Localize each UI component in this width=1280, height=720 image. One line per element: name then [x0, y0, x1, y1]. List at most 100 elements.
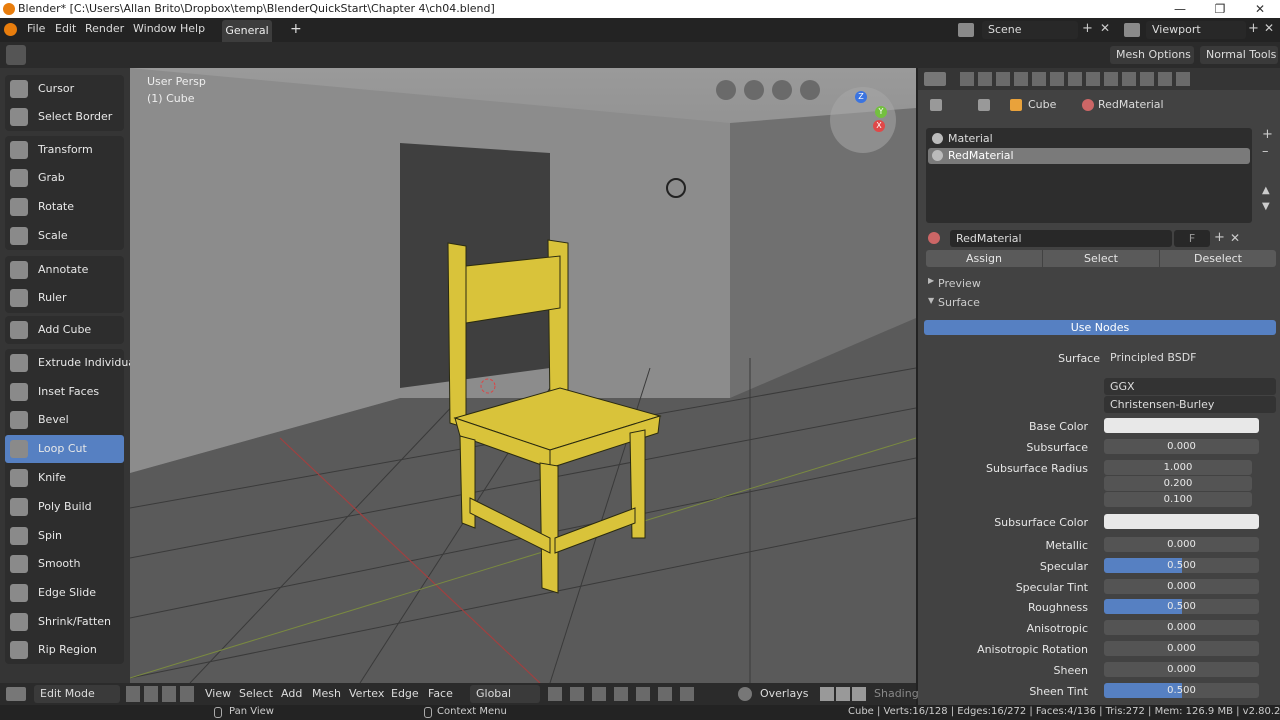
- orientation-dropdown[interactable]: Global: [470, 685, 540, 703]
- viewlayer-icon[interactable]: [1124, 23, 1140, 37]
- tool-knife[interactable]: Knife: [5, 464, 124, 492]
- mode-dropdown[interactable]: Edit Mode: [34, 685, 120, 703]
- tool-grab[interactable]: Grab: [5, 164, 124, 192]
- material-browse-icon[interactable]: [928, 232, 940, 244]
- tool-scale[interactable]: Scale: [5, 222, 124, 250]
- param-metallic-slider[interactable]: 0.000: [1104, 537, 1259, 552]
- tool-transform[interactable]: Transform: [5, 136, 124, 164]
- select-mode-icons[interactable]: [126, 686, 196, 702]
- subsurface-color-swatch[interactable]: [1104, 514, 1259, 529]
- menu-edge[interactable]: Edge: [391, 687, 419, 700]
- unlink-material-button[interactable]: ✕: [1230, 231, 1240, 245]
- tool-smooth[interactable]: Smooth: [5, 550, 124, 578]
- tool-loop-cut[interactable]: Loop Cut: [5, 435, 124, 463]
- param-specular-tint-slider[interactable]: 0.000: [1104, 578, 1259, 594]
- gizmo-z-axis[interactable]: Z: [855, 91, 867, 103]
- move-view-icon[interactable]: [772, 80, 792, 100]
- blender-menu-icon[interactable]: [4, 23, 17, 36]
- tool-inset-faces[interactable]: Inset Faces: [5, 378, 124, 406]
- material-slot-2[interactable]: RedMaterial: [948, 149, 1014, 162]
- subsurface-method-dropdown[interactable]: Christensen-Burley: [1104, 396, 1276, 413]
- subsurface-radius-z[interactable]: 0.100: [1104, 492, 1252, 507]
- zoom-view-icon[interactable]: [800, 80, 820, 100]
- menu-view[interactable]: View: [205, 687, 231, 700]
- menu-select[interactable]: Select: [239, 687, 273, 700]
- tool-annotate[interactable]: Annotate: [5, 256, 124, 284]
- viewlayer-field[interactable]: Viewport: [1146, 21, 1246, 39]
- tool-rotate[interactable]: Rotate: [5, 193, 124, 221]
- 3d-viewport[interactable]: Z X Y User Persp (1) Cube: [130, 68, 916, 683]
- mesh-options-dropdown[interactable]: Mesh Options: [1110, 46, 1194, 64]
- surface-shader-dropdown[interactable]: Principled BSDF: [1104, 349, 1274, 366]
- mesh-tool-icon[interactable]: [6, 45, 26, 65]
- menu-help[interactable]: Help: [180, 22, 205, 35]
- param-specular-slider[interactable]: 0.500: [1104, 557, 1259, 573]
- select-button[interactable]: Select: [1043, 250, 1159, 267]
- material-name-field[interactable]: RedMaterial: [950, 230, 1172, 247]
- preview-panel-header[interactable]: Preview: [938, 277, 981, 290]
- material-slot-1[interactable]: Material: [948, 132, 993, 145]
- add-workspace-button[interactable]: +: [290, 21, 302, 37]
- base-color-swatch[interactable]: [1104, 418, 1259, 433]
- scene-field[interactable]: Scene: [982, 21, 1078, 39]
- viewlayer-delete-button[interactable]: ✕: [1264, 21, 1278, 35]
- menu-mesh[interactable]: Mesh: [312, 687, 341, 700]
- pin-icon[interactable]: [930, 99, 942, 111]
- tab-general[interactable]: General: [222, 20, 272, 42]
- shading-dropdown[interactable]: Shading: [874, 687, 919, 700]
- snap-proportional-icons[interactable]: [548, 687, 698, 701]
- tool-ruler[interactable]: Ruler: [5, 284, 124, 312]
- subsurface-radius-x[interactable]: 1.000: [1104, 460, 1252, 475]
- gizmo-y-axis[interactable]: Y: [875, 106, 887, 118]
- scene-icon[interactable]: [958, 23, 974, 37]
- properties-context-icons[interactable]: [960, 72, 1190, 86]
- editor-type-icon[interactable]: [6, 687, 26, 701]
- menu-file[interactable]: File: [27, 22, 45, 35]
- overlays-dropdown[interactable]: Overlays: [760, 687, 809, 700]
- tool-select-border[interactable]: Select Border: [5, 103, 124, 131]
- distribution-dropdown[interactable]: GGX: [1104, 378, 1276, 395]
- minimize-icon[interactable]: —: [1160, 0, 1200, 18]
- use-nodes-button[interactable]: Use Nodes: [924, 320, 1276, 335]
- shading-mode-icons[interactable]: [820, 687, 866, 701]
- slot-move-up-button[interactable]: ▲: [1262, 185, 1270, 196]
- new-material-button[interactable]: +: [1214, 230, 1225, 245]
- viewlayer-new-button[interactable]: +: [1248, 21, 1262, 36]
- surface-collapse-icon[interactable]: ▼: [928, 296, 934, 305]
- tool-spin[interactable]: Spin: [5, 522, 124, 550]
- tool-bevel[interactable]: Bevel: [5, 406, 124, 434]
- slot-add-button[interactable]: +: [1262, 128, 1273, 142]
- param-anisotropic-slider[interactable]: 0.000: [1104, 620, 1259, 636]
- slot-move-down-button[interactable]: ▼: [1262, 201, 1270, 212]
- slot-remove-button[interactable]: –: [1262, 145, 1269, 159]
- tool-poly-build[interactable]: Poly Build: [5, 493, 124, 521]
- menu-vertex[interactable]: Vertex: [349, 687, 384, 700]
- tool-edge-slide[interactable]: Edge Slide: [5, 579, 124, 607]
- menu-face[interactable]: Face: [428, 687, 453, 700]
- tool-rip-region[interactable]: Rip Region: [5, 636, 124, 664]
- param-roughness-slider[interactable]: 0.500: [1104, 599, 1259, 615]
- tool-extrude-individual[interactable]: Extrude Individual: [5, 349, 138, 377]
- menu-render[interactable]: Render: [85, 22, 124, 35]
- menu-add[interactable]: Add: [281, 687, 302, 700]
- assign-button[interactable]: Assign: [926, 250, 1042, 267]
- close-icon[interactable]: ✕: [1240, 0, 1280, 18]
- tool-add-cube[interactable]: Add Cube: [5, 316, 124, 344]
- surface-panel-header[interactable]: Surface: [938, 296, 980, 309]
- editor-type-icon[interactable]: [924, 72, 946, 86]
- param-sheen-slider[interactable]: 0.000: [1104, 661, 1259, 677]
- material-slot-list[interactable]: Material RedMaterial: [926, 128, 1252, 223]
- maximize-icon[interactable]: ❐: [1200, 0, 1240, 18]
- normal-tools-dropdown[interactable]: Normal Tools: [1200, 46, 1278, 64]
- subsurface-radius-y[interactable]: 0.200: [1104, 476, 1252, 491]
- menu-edit[interactable]: Edit: [55, 22, 76, 35]
- subsurface-slider[interactable]: 0.000: [1104, 439, 1259, 454]
- hand-pan-icon[interactable]: [744, 80, 764, 100]
- gizmo-x-axis[interactable]: X: [873, 120, 885, 132]
- param-sheen-tint-slider[interactable]: 0.500: [1104, 682, 1259, 698]
- fake-user-button[interactable]: F: [1174, 230, 1210, 247]
- param-anisotropic-rotation-slider[interactable]: 0.000: [1104, 641, 1259, 656]
- scene-delete-button[interactable]: ✕: [1100, 21, 1116, 39]
- scene-new-button[interactable]: +: [1082, 21, 1098, 39]
- overlays-icon[interactable]: [738, 687, 752, 701]
